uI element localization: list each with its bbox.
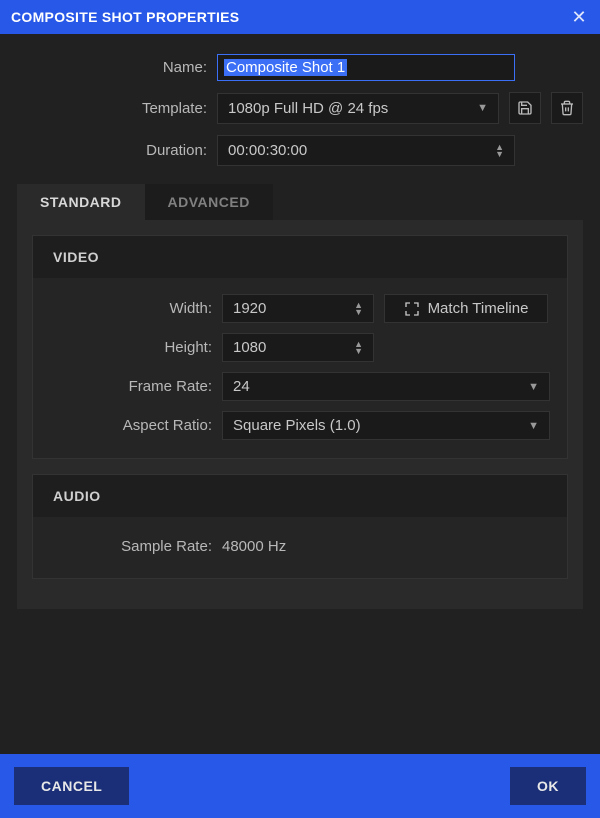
width-value: 1920 bbox=[233, 300, 266, 317]
framerate-value: 24 bbox=[233, 378, 250, 395]
titlebar: COMPOSITE SHOT PROPERTIES ✕ bbox=[0, 0, 600, 34]
template-row: Template: 1080p Full HD @ 24 fps ▼ bbox=[17, 92, 583, 124]
samplerate-row: Sample Rate: 48000 Hz bbox=[47, 533, 553, 560]
expand-icon bbox=[404, 301, 420, 317]
framerate-select[interactable]: 24 ▼ bbox=[222, 372, 550, 401]
dialog-title: COMPOSITE SHOT PROPERTIES bbox=[11, 9, 239, 25]
stepper-down-icon: ▼ bbox=[495, 151, 504, 158]
audio-header: AUDIO bbox=[33, 475, 567, 517]
width-row: Width: 1920 ▲ ▼ bbox=[47, 294, 553, 323]
tab-advanced[interactable]: ADVANCED bbox=[145, 184, 273, 220]
chevron-down-icon: ▼ bbox=[477, 102, 488, 114]
width-label: Width: bbox=[47, 300, 212, 317]
delete-template-button[interactable] bbox=[551, 92, 583, 124]
close-button[interactable]: ✕ bbox=[569, 7, 589, 28]
video-body: Width: 1920 ▲ ▼ bbox=[33, 278, 567, 458]
stepper-down-icon: ▼ bbox=[354, 309, 363, 316]
name-row: Name: Composite Shot 1 bbox=[17, 54, 583, 81]
aspect-label: Aspect Ratio: bbox=[47, 417, 212, 434]
width-input[interactable]: 1920 ▲ ▼ bbox=[222, 294, 374, 323]
aspect-row: Aspect Ratio: Square Pixels (1.0) ▼ bbox=[47, 411, 553, 440]
aspect-select[interactable]: Square Pixels (1.0) ▼ bbox=[222, 411, 550, 440]
name-label: Name: bbox=[17, 59, 207, 76]
height-input[interactable]: 1080 ▲ ▼ bbox=[222, 333, 374, 362]
template-select[interactable]: 1080p Full HD @ 24 fps ▼ bbox=[217, 93, 499, 124]
audio-section: AUDIO Sample Rate: 48000 Hz bbox=[32, 474, 568, 579]
chevron-down-icon: ▼ bbox=[528, 381, 539, 393]
stepper-down-icon: ▼ bbox=[354, 348, 363, 355]
footer: CANCEL OK bbox=[0, 754, 600, 818]
height-row: Height: 1080 ▲ ▼ bbox=[47, 333, 553, 362]
save-icon bbox=[517, 100, 533, 116]
duration-stepper[interactable]: ▲ ▼ bbox=[495, 144, 504, 158]
chevron-down-icon: ▼ bbox=[528, 420, 539, 432]
height-value: 1080 bbox=[233, 339, 266, 356]
width-stepper[interactable]: ▲ ▼ bbox=[354, 302, 363, 316]
template-label: Template: bbox=[17, 100, 207, 117]
video-header: VIDEO bbox=[33, 236, 567, 278]
trash-icon bbox=[559, 100, 575, 116]
save-template-button[interactable] bbox=[509, 92, 541, 124]
ok-button[interactable]: OK bbox=[510, 767, 586, 805]
tab-standard[interactable]: STANDARD bbox=[17, 184, 145, 220]
duration-label: Duration: bbox=[17, 142, 207, 159]
match-timeline-label: Match Timeline bbox=[428, 300, 529, 317]
framerate-label: Frame Rate: bbox=[47, 378, 212, 395]
height-stepper[interactable]: ▲ ▼ bbox=[354, 341, 363, 355]
duration-row: Duration: 00:00:30:00 ▲ ▼ bbox=[17, 135, 583, 166]
content-area: Name: Composite Shot 1 Template: 1080p F… bbox=[0, 34, 600, 754]
duration-input[interactable]: 00:00:30:00 ▲ ▼ bbox=[217, 135, 515, 166]
samplerate-label: Sample Rate: bbox=[47, 538, 212, 555]
height-label: Height: bbox=[47, 339, 212, 356]
aspect-value: Square Pixels (1.0) bbox=[233, 417, 361, 434]
duration-value: 00:00:30:00 bbox=[228, 142, 307, 159]
template-value: 1080p Full HD @ 24 fps bbox=[228, 100, 388, 117]
cancel-button[interactable]: CANCEL bbox=[14, 767, 129, 805]
samplerate-value: 48000 Hz bbox=[222, 533, 286, 560]
match-timeline-button[interactable]: Match Timeline bbox=[384, 294, 548, 323]
video-section: VIDEO Width: 1920 ▲ ▼ bbox=[32, 235, 568, 459]
framerate-row: Frame Rate: 24 ▼ bbox=[47, 372, 553, 401]
tab-content: VIDEO Width: 1920 ▲ ▼ bbox=[17, 220, 583, 609]
tabs: STANDARD ADVANCED bbox=[17, 184, 583, 220]
name-input[interactable]: Composite Shot 1 bbox=[217, 54, 515, 81]
audio-body: Sample Rate: 48000 Hz bbox=[33, 517, 567, 578]
